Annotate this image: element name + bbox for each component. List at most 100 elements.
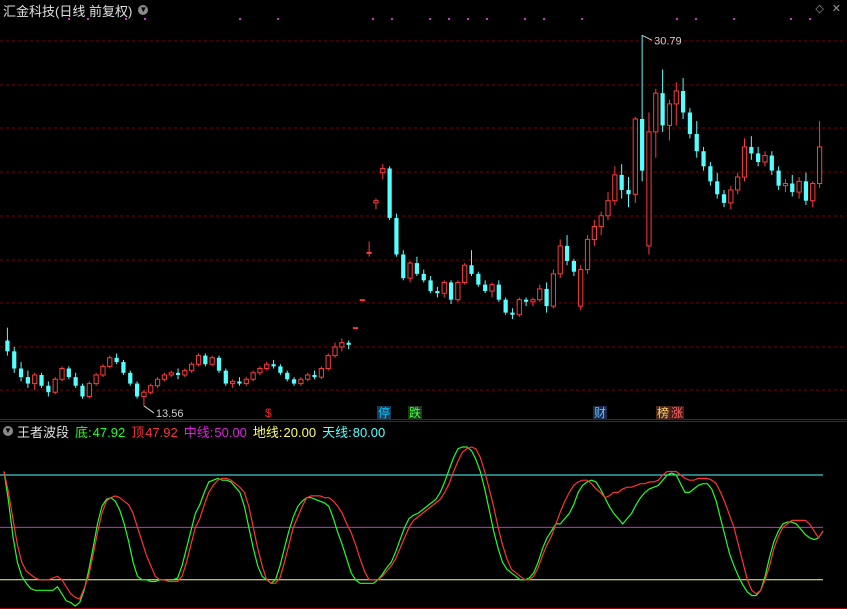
candle-body-down (387, 168, 392, 218)
candle-body-down (708, 166, 713, 182)
candle-body-up (550, 273, 557, 307)
indicator-header: ▼ 王者波段 底:47.92 顶47.92 中线:50.00 地线:20.00 天线:8… (0, 421, 391, 441)
candle-body-up (653, 92, 659, 133)
candle-body-up (250, 372, 256, 380)
candle-body-down (73, 377, 78, 386)
candle-body-up (605, 200, 611, 217)
candle-body-down (483, 284, 488, 292)
candle-body-down (312, 374, 317, 378)
candle-body-down (571, 260, 577, 272)
candle-body-down (346, 342, 351, 345)
candle-body-down (114, 357, 119, 363)
candle-body-down (564, 245, 570, 261)
candle-body-up (591, 226, 597, 240)
candle-body-down (448, 282, 454, 300)
signal-dot (277, 18, 279, 20)
signal-dot (809, 18, 811, 20)
candle-body-up (380, 167, 386, 174)
candle-body-up (264, 363, 270, 370)
candle-body-up (489, 284, 495, 292)
candle-body-down (271, 364, 276, 367)
corner-controls: ◇ ✕ (815, 2, 841, 15)
candle-body-down (25, 377, 31, 384)
event-badge[interactable]: 跌 (408, 406, 423, 420)
candle-body-down (291, 379, 297, 384)
candle-body-down (216, 357, 222, 371)
diamond-icon[interactable]: ◇ (815, 2, 823, 15)
candle-body-up (168, 372, 174, 376)
candle-body-down (476, 273, 481, 285)
candle-body-up (578, 269, 584, 307)
signal-dot (239, 18, 241, 20)
candle-body-down (701, 151, 706, 167)
candle-body-up (673, 90, 679, 105)
candle-body-up (373, 200, 379, 204)
candle-body-down (694, 134, 699, 152)
event-badge[interactable]: 榜 (656, 406, 671, 420)
candle-body-down (619, 174, 624, 190)
bottom-wave-line (3, 446, 824, 607)
candle-body-down (749, 146, 754, 154)
signal-dot (467, 18, 469, 20)
candle-body-down (237, 381, 242, 384)
candle-body-down (223, 370, 228, 384)
candle-body-up (530, 299, 536, 303)
candle-body-up (598, 215, 604, 228)
indicator-label: 中线: (183, 424, 214, 440)
chevron-down-icon[interactable]: ▼ (3, 426, 13, 436)
candle-body-up (728, 189, 734, 204)
candle-body-down (46, 385, 51, 393)
candle-body-down (5, 340, 10, 352)
candle-body-down (510, 312, 515, 315)
indicator-label: 地线: (252, 424, 283, 440)
candle-body-up (107, 357, 113, 367)
candle-body-down (790, 183, 795, 193)
candle-body-up (59, 368, 65, 380)
candle-body-up (339, 342, 345, 348)
indicator-value: 47.92 (92, 424, 126, 440)
candle-body-down (401, 254, 406, 279)
candle-body-up (257, 368, 263, 374)
signal-dot (676, 18, 678, 20)
signal-dot (391, 18, 393, 20)
indicator-value: 50.00 (214, 424, 247, 440)
candle-body-up (305, 374, 311, 380)
candle-body-down (421, 273, 426, 281)
candle-body-up (810, 183, 816, 202)
candle-body-up (141, 391, 147, 397)
event-badge[interactable]: $ (264, 406, 273, 420)
candle-body-up (189, 363, 195, 372)
candle-body-down (756, 153, 761, 162)
candle-body-down (803, 181, 809, 201)
chevron-down-icon[interactable]: ▼ (138, 5, 149, 15)
candle-body-down (626, 189, 631, 195)
candle-body-up (161, 374, 168, 380)
candle-body-down (39, 374, 44, 386)
close-icon[interactable]: ✕ (832, 2, 841, 15)
signal-dot (448, 18, 450, 20)
candle-body-down (203, 355, 208, 365)
candle-body-down (544, 288, 549, 307)
candle-body-down (18, 368, 24, 378)
stock-title: 汇金科技(日线 前复权) (3, 3, 133, 19)
candle-body-down (496, 284, 501, 300)
event-badge[interactable]: 财 (593, 406, 608, 420)
candle-body-up (632, 118, 638, 195)
annotation-leader (143, 405, 155, 414)
event-badge[interactable]: 涨 (670, 406, 685, 420)
candle-body-up (537, 288, 543, 301)
candle-body-up (332, 346, 338, 357)
low-price-annotation: 13.56 (143, 405, 183, 420)
event-badge[interactable]: 停 (377, 406, 392, 420)
indicator-name[interactable]: 王者波段 (17, 422, 69, 441)
candle-body-up (195, 355, 202, 365)
candle-body-up (612, 174, 618, 202)
signal-dot (733, 18, 735, 20)
candle-body-down (469, 265, 474, 274)
top-wave-line (3, 446, 824, 600)
candle-body-up (796, 180, 802, 193)
candle-body-up (816, 146, 823, 185)
signal-dot (581, 18, 583, 20)
candle-body-down (134, 383, 140, 397)
candle-body-up (462, 264, 468, 283)
